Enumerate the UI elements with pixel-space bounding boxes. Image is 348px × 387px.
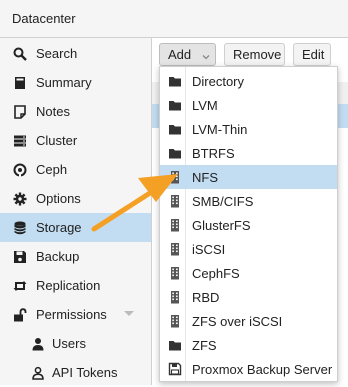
- menu-item-label: ZFS: [192, 338, 217, 353]
- menu-item-label: Proxmox Backup Server: [192, 362, 333, 377]
- add-button-label: Add: [168, 47, 192, 62]
- building-icon: [167, 217, 183, 233]
- menu-item-nfs[interactable]: NFS: [160, 165, 337, 189]
- sidebar-item-summary[interactable]: Summary: [0, 68, 151, 97]
- menu-item-rbd[interactable]: RBD: [160, 285, 337, 309]
- header-bar: Datacenter: [0, 0, 348, 38]
- menu-item-label: LVM: [192, 98, 218, 113]
- sidebar-item-label: Storage: [36, 220, 82, 235]
- remove-button-label: Remove: [233, 47, 282, 62]
- menu-item-label: GlusterFS: [192, 218, 251, 233]
- building-icon: [167, 313, 183, 329]
- sidebar-item-users[interactable]: Users: [0, 329, 151, 358]
- floppy-o-icon: [167, 361, 183, 377]
- menu-item-label: LVM-Thin: [192, 122, 248, 137]
- menu-item-label: NFS: [192, 170, 218, 185]
- user-icon: [30, 336, 46, 352]
- book-icon: [12, 75, 28, 91]
- menu-item-label: CephFS: [192, 266, 240, 281]
- sidebar-item-label: Search: [36, 46, 78, 61]
- sidebar-item-label: Summary: [36, 75, 92, 90]
- unlock-icon: [12, 307, 28, 323]
- page-title: Datacenter: [12, 11, 76, 26]
- sidebar-item-search[interactable]: Search: [0, 39, 151, 68]
- menu-item-label: Directory: [192, 74, 245, 89]
- sidebar-item-notes[interactable]: Notes: [0, 97, 151, 126]
- server-icon: [12, 133, 28, 149]
- building-icon: [167, 265, 183, 281]
- edit-button[interactable]: Edit: [293, 43, 331, 66]
- building-icon: [167, 241, 183, 257]
- menu-item-label: BTRFS: [192, 146, 235, 161]
- chevron-down-icon[interactable]: [124, 311, 134, 316]
- building-icon: [167, 193, 183, 209]
- menu-item-directory[interactable]: Directory: [160, 69, 337, 93]
- sidebar-item-label: Backup: [36, 249, 80, 264]
- gear-icon: [12, 191, 28, 207]
- sidebar-item-backup[interactable]: Backup: [0, 242, 151, 271]
- remove-button[interactable]: Remove: [224, 43, 285, 66]
- menu-item-btrfs[interactable]: BTRFS: [160, 141, 337, 165]
- menu-item-lvm[interactable]: LVM: [160, 93, 337, 117]
- chevron-down-icon: [200, 48, 212, 60]
- menu-item-cephfs[interactable]: CephFS: [160, 261, 337, 285]
- sidebar: Search Summary Notes Cluster Ceph Option…: [0, 38, 152, 385]
- menu-item-label: RBD: [192, 290, 220, 305]
- menu-item-glusterfs[interactable]: GlusterFS: [160, 213, 337, 237]
- sidebar-item-cluster[interactable]: Cluster: [0, 126, 151, 155]
- sidebar-item-label: Cluster: [36, 133, 78, 148]
- sidebar-item-options[interactable]: Options: [0, 184, 151, 213]
- menu-item-lvm-thin[interactable]: LVM-Thin: [160, 117, 337, 141]
- menu-item-zfs-over-iscsi[interactable]: ZFS over iSCSI: [160, 309, 337, 333]
- menu-item-iscsi[interactable]: iSCSI: [160, 237, 337, 261]
- sidebar-item-api-tokens[interactable]: API Tokens: [0, 358, 151, 387]
- building-icon: [167, 169, 183, 185]
- sidebar-item-label: Replication: [36, 278, 101, 293]
- retweet-icon: [12, 278, 28, 294]
- search-icon: [12, 46, 28, 62]
- sidebar-item-label: API Tokens: [52, 365, 118, 380]
- folder-icon: [167, 73, 183, 89]
- building-icon: [167, 289, 183, 305]
- folder-icon: [167, 97, 183, 113]
- sidebar-item-permissions[interactable]: Permissions: [0, 300, 151, 329]
- sidebar-item-replication[interactable]: Replication: [0, 271, 151, 300]
- menu-item-proxmox-backup-server[interactable]: Proxmox Backup Server: [160, 357, 337, 381]
- menu-item-label: SMB/CIFS: [192, 194, 254, 209]
- notes-icon: [12, 104, 28, 120]
- sidebar-item-label: Ceph: [36, 162, 68, 177]
- add-storage-menu: Directory LVM LVM-Thin BTRFS NFS SMB/CIF…: [159, 66, 338, 382]
- edit-button-label: Edit: [302, 47, 325, 62]
- sidebar-item-label: Notes: [36, 104, 70, 119]
- sidebar-item-label: Options: [36, 191, 81, 206]
- folder-icon: [167, 145, 183, 161]
- user-o-icon: [30, 365, 46, 381]
- menu-item-label: ZFS over iSCSI: [192, 314, 283, 329]
- add-button[interactable]: Add: [159, 43, 216, 66]
- sidebar-item-storage[interactable]: Storage: [0, 213, 151, 242]
- sidebar-item-label: Users: [52, 336, 86, 351]
- sidebar-item-ceph[interactable]: Ceph: [0, 155, 151, 184]
- ceph-icon: [12, 162, 28, 178]
- menu-item-zfs[interactable]: ZFS: [160, 333, 337, 357]
- folder-icon: [167, 121, 183, 137]
- folder-icon: [167, 337, 183, 353]
- menu-item-smb-cifs[interactable]: SMB/CIFS: [160, 189, 337, 213]
- floppy-icon: [12, 249, 28, 265]
- menu-item-label: iSCSI: [192, 242, 226, 257]
- sidebar-item-label: Permissions: [36, 307, 107, 322]
- database-icon: [12, 220, 28, 236]
